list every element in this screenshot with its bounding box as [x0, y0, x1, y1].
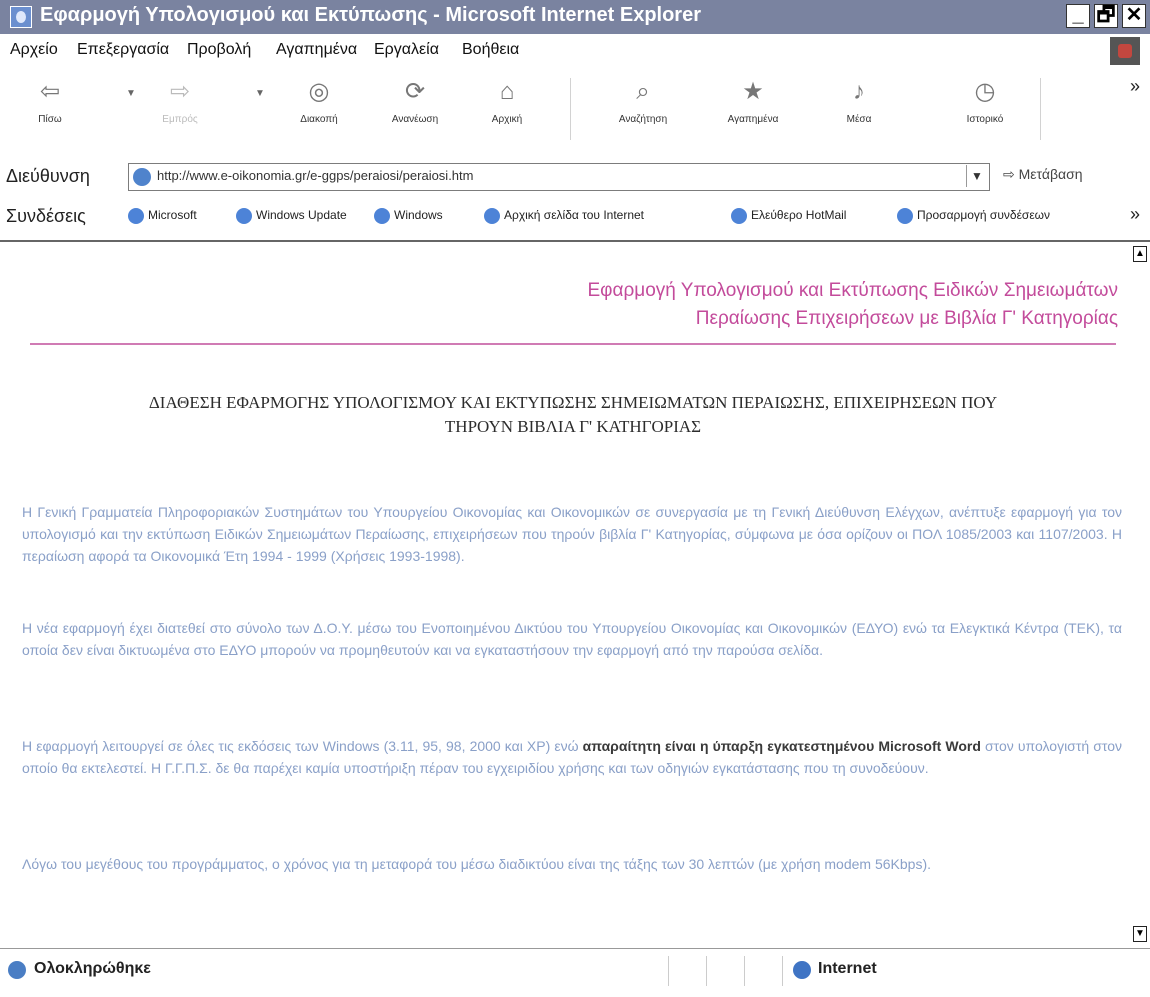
menu-bar: Αρχείο Επεξεργασία Προβολή Αγαπημένα Εργ… — [0, 34, 1150, 69]
internet-zone-icon — [793, 961, 811, 979]
links-more-button[interactable]: » — [1130, 204, 1140, 225]
menu-help[interactable]: Βοήθεια — [462, 41, 519, 59]
toolbar: ⇦ Πίσω ▼ ⇨ Εμπρός ▼ ◎ Διακοπή ⟳ Ανανέωση… — [0, 68, 1150, 159]
refresh-button[interactable]: ⟳ Ανανέωση — [370, 78, 460, 125]
stop-icon: ◎ — [308, 78, 330, 105]
back-dropdown-icon[interactable]: ▼ — [126, 88, 138, 99]
close-button[interactable]: ✕ — [1122, 4, 1146, 28]
address-url[interactable]: http://www.e-oikonomia.gr/e-ggps/peraios… — [157, 168, 473, 183]
minimize-button[interactable]: _ — [1066, 4, 1090, 28]
status-separator — [782, 956, 783, 986]
refresh-icon: ⟳ — [404, 78, 426, 105]
link-internet-start[interactable]: Αρχική σελίδα του Internet — [484, 208, 644, 224]
header-divider — [30, 343, 1116, 345]
vertical-scrollbar[interactable]: ▲ ▼ — [1132, 243, 1150, 948]
back-arrow-icon: ⇦ — [39, 78, 61, 105]
status-separator — [668, 956, 669, 986]
address-input[interactable]: http://www.e-oikonomia.gr/e-ggps/peraios… — [128, 163, 990, 191]
status-text: Ολοκληρώθηκε — [34, 960, 151, 977]
history-icon: ◷ — [974, 78, 996, 105]
address-bar: Διεύθυνση http://www.e-oikonomia.gr/e-gg… — [0, 158, 1150, 197]
link-windows[interactable]: Windows — [374, 208, 443, 224]
paragraph-download-time: Λόγω του μεγέθους του προγράμματος, ο χρ… — [22, 856, 931, 872]
forward-button[interactable]: ⇨ Εμπρός — [150, 78, 210, 125]
paragraph-requirements: Η εφαρμογή λειτουργεί σε όλες τις εκδόσε… — [22, 738, 1122, 776]
home-button[interactable]: ⌂ Αρχική — [462, 78, 552, 125]
search-icon: ⌕ — [636, 78, 650, 105]
toolbar-more-button[interactable]: » — [1130, 76, 1140, 97]
status-bar: Ολοκληρώθηκε Internet — [0, 948, 1150, 997]
scroll-down-icon[interactable]: ▼ — [1133, 926, 1147, 942]
ie-link-icon — [731, 208, 747, 224]
status-separator — [744, 956, 745, 986]
go-button[interactable]: ⇨ Μετάβαση — [1003, 166, 1083, 183]
restore-button[interactable]: 🗗 — [1094, 4, 1118, 28]
ie-link-icon — [374, 208, 390, 224]
search-button[interactable]: ⌕ Αναζήτηση — [598, 78, 688, 125]
link-windows-update[interactable]: Windows Update — [236, 208, 347, 224]
ie-logo-icon — [10, 6, 32, 28]
menu-edit[interactable]: Επεξεργασία — [77, 41, 169, 59]
toolbar-separator — [1040, 78, 1041, 140]
toolbar-separator — [570, 78, 571, 140]
security-zone: Internet — [818, 960, 877, 977]
page-icon — [133, 168, 151, 186]
paragraph-intro: Η Γενική Γραμματεία Πληροφοριακών Συστημ… — [22, 504, 1122, 564]
address-label: Διεύθυνση — [6, 166, 90, 186]
menu-favorites[interactable]: Αγαπημένα — [276, 41, 357, 59]
links-bar: Συνδέσεις Microsoft Windows Update Windo… — [0, 196, 1150, 242]
media-icon: ♪ — [853, 78, 865, 105]
favorites-button[interactable]: ★ Αγαπημένα — [708, 78, 798, 125]
menu-view[interactable]: Προβολή — [187, 41, 251, 59]
ie-link-icon — [236, 208, 252, 224]
link-customize-links[interactable]: Προσαρμογή συνδέσεων — [897, 208, 1050, 224]
history-button[interactable]: ◷ Ιστορικό — [940, 78, 1030, 125]
back-button[interactable]: ⇦ Πίσω — [20, 78, 80, 125]
window-title: Εφαρμογή Υπολογισμού και Εκτύπωσης - Mic… — [40, 4, 701, 26]
paragraph-distribution: Η νέα εφαρμογή έχει διατεθεί στο σύνολο … — [22, 620, 1122, 658]
link-free-hotmail[interactable]: Ελεύθερο HotMail — [731, 208, 846, 224]
forward-dropdown-icon[interactable]: ▼ — [255, 88, 267, 99]
stop-button[interactable]: ◎ Διακοπή — [274, 78, 364, 125]
page-content: Εφαρμογή Υπολογισμού και Εκτύπωσης Ειδικ… — [10, 243, 1132, 948]
page-header-title: Εφαρμογή Υπολογισμού και Εκτύπωσης Ειδικ… — [587, 280, 1118, 329]
page-done-icon — [8, 961, 26, 979]
section-title: ΔΙΑΘΕΣΗ ΕΦΑΡΜΟΓΗΣ ΥΠΟΛΟΓΙΣΜΟΥ ΚΑΙ ΕΚΤΥΠΩ… — [148, 393, 998, 436]
ie-link-icon — [897, 208, 913, 224]
forward-arrow-icon: ⇨ — [169, 78, 191, 105]
home-icon: ⌂ — [499, 78, 515, 105]
media-button[interactable]: ♪ Μέσα — [814, 78, 904, 125]
address-dropdown-icon[interactable]: ▼ — [966, 165, 987, 187]
ie-link-icon — [484, 208, 500, 224]
links-label: Συνδέσεις — [6, 206, 86, 226]
favorites-icon: ★ — [742, 78, 764, 105]
menu-tools[interactable]: Εργαλεία — [374, 41, 439, 59]
ie-link-icon — [128, 208, 144, 224]
menu-file[interactable]: Αρχείο — [10, 41, 58, 59]
windows-logo-icon — [1110, 37, 1140, 65]
link-microsoft[interactable]: Microsoft — [128, 208, 197, 224]
go-arrow-icon: ⇨ — [1003, 166, 1019, 182]
scroll-up-icon[interactable]: ▲ — [1133, 246, 1147, 262]
status-separator — [706, 956, 707, 986]
title-bar: Εφαρμογή Υπολογισμού και Εκτύπωσης - Mic… — [0, 0, 1150, 34]
